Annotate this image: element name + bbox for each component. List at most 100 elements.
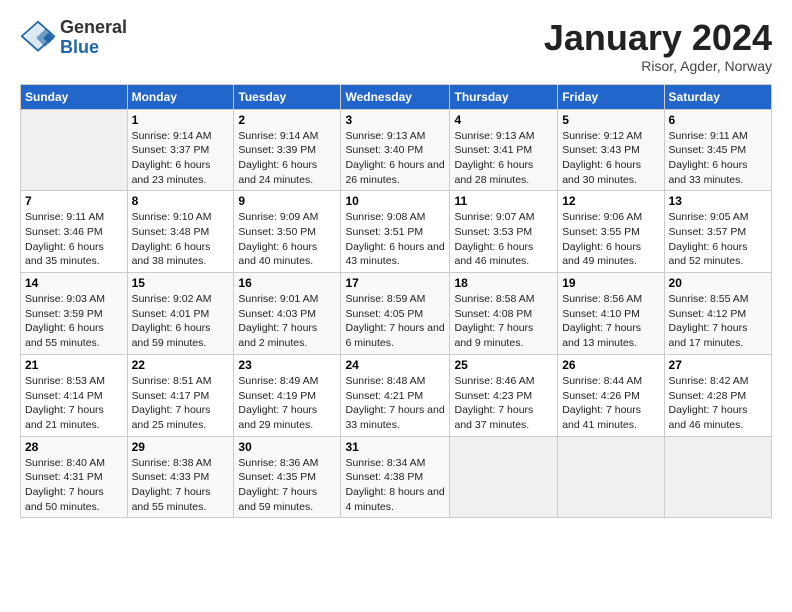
day-number: 23: [238, 358, 336, 372]
calendar-cell: 9Sunrise: 9:09 AMSunset: 3:50 PMDaylight…: [234, 191, 341, 273]
week-row: 21 Sunrise: 8:53 AMSunset: 4:14 PMDayligh…: [21, 354, 772, 436]
day-detail: Sunrise: 8:49 AMSunset: 4:19 PMDaylight:…: [238, 374, 336, 433]
day-detail: Sunrise: 9:11 AMSunset: 3:46 PMDaylight:…: [25, 210, 123, 269]
logo-general: General: [60, 18, 127, 38]
calendar-cell: 3Sunrise: 9:13 AMSunset: 3:40 PMDaylight…: [341, 109, 450, 191]
calendar-header: SundayMondayTuesdayWednesdayThursdayFrid…: [21, 84, 772, 109]
day-detail: Sunrise: 9:14 AMSunset: 3:39 PMDaylight:…: [238, 129, 336, 188]
day-detail: Sunrise: 8:46 AMSunset: 4:23 PMDaylight:…: [454, 374, 553, 433]
calendar-cell: 11 Sunrise: 9:07 AMSunset: 3:53 PMDayligh…: [450, 191, 558, 273]
day-number: 4: [454, 113, 553, 127]
calendar-cell: 2 Sunrise: 9:14 AMSunset: 3:39 PMDaylight…: [234, 109, 341, 191]
logo: General Blue: [20, 18, 127, 58]
calendar-cell: [21, 109, 128, 191]
day-header: Saturday: [664, 84, 771, 109]
calendar-cell: 25Sunrise: 8:46 AMSunset: 4:23 PMDayligh…: [450, 354, 558, 436]
day-detail: Sunrise: 8:58 AMSunset: 4:08 PMDaylight:…: [454, 292, 553, 351]
week-row: 7 Sunrise: 9:11 AMSunset: 3:46 PMDaylight…: [21, 191, 772, 273]
day-number: 21: [25, 358, 123, 372]
day-number: 16: [238, 276, 336, 290]
day-number: 22: [132, 358, 230, 372]
day-detail: Sunrise: 8:59 AMSunset: 4:05 PMDaylight:…: [345, 292, 445, 351]
day-number: 20: [669, 276, 767, 290]
day-number: 6: [669, 113, 767, 127]
calendar-cell: 27 Sunrise: 8:42 AMSunset: 4:28 PMDayligh…: [664, 354, 771, 436]
day-detail: Sunrise: 9:03 AMSunset: 3:59 PMDaylight:…: [25, 292, 123, 351]
week-row: 28Sunrise: 8:40 AMSunset: 4:31 PMDayligh…: [21, 436, 772, 518]
day-number: 10: [345, 194, 445, 208]
day-number: 26: [562, 358, 659, 372]
day-detail: Sunrise: 9:07 AMSunset: 3:53 PMDaylight:…: [454, 210, 553, 269]
day-detail: Sunrise: 8:51 AMSunset: 4:17 PMDaylight:…: [132, 374, 230, 433]
calendar-cell: 5 Sunrise: 9:12 AMSunset: 3:43 PMDaylight…: [558, 109, 664, 191]
calendar-body: 1 Sunrise: 9:14 AMSunset: 3:37 PMDaylight…: [21, 109, 772, 518]
day-number: 17: [345, 276, 445, 290]
day-number: 13: [669, 194, 767, 208]
day-detail: Sunrise: 8:48 AMSunset: 4:21 PMDaylight:…: [345, 374, 445, 433]
calendar-cell: 13 Sunrise: 9:05 AMSunset: 3:57 PMDayligh…: [664, 191, 771, 273]
logo-text: General Blue: [60, 18, 127, 58]
calendar-cell: 17 Sunrise: 8:59 AMSunset: 4:05 PMDayligh…: [341, 273, 450, 355]
day-detail: Sunrise: 9:01 AMSunset: 4:03 PMDaylight:…: [238, 292, 336, 351]
day-number: 27: [669, 358, 767, 372]
calendar-cell: 10 Sunrise: 9:08 AMSunset: 3:51 PMDayligh…: [341, 191, 450, 273]
calendar-cell: [664, 436, 771, 518]
subtitle: Risor, Agder, Norway: [544, 58, 772, 74]
day-header: Friday: [558, 84, 664, 109]
day-detail: Sunrise: 8:53 AMSunset: 4:14 PMDaylight:…: [25, 374, 123, 433]
day-number: 2: [238, 113, 336, 127]
month-title: January 2024: [544, 18, 772, 58]
calendar-cell: 29Sunrise: 8:38 AMSunset: 4:33 PMDayligh…: [127, 436, 234, 518]
day-number: 11: [454, 194, 553, 208]
day-detail: Sunrise: 8:42 AMSunset: 4:28 PMDaylight:…: [669, 374, 767, 433]
day-detail: Sunrise: 8:56 AMSunset: 4:10 PMDaylight:…: [562, 292, 659, 351]
day-detail: Sunrise: 9:02 AMSunset: 4:01 PMDaylight:…: [132, 292, 230, 351]
day-number: 14: [25, 276, 123, 290]
calendar-cell: 14 Sunrise: 9:03 AMSunset: 3:59 PMDayligh…: [21, 273, 128, 355]
day-detail: Sunrise: 9:09 AMSunset: 3:50 PMDaylight:…: [238, 210, 336, 269]
day-detail: Sunrise: 9:12 AMSunset: 3:43 PMDaylight:…: [562, 129, 659, 188]
page: General Blue January 2024 Risor, Agder, …: [0, 0, 792, 612]
day-number: 7: [25, 194, 123, 208]
calendar-cell: 23 Sunrise: 8:49 AMSunset: 4:19 PMDayligh…: [234, 354, 341, 436]
day-detail: Sunrise: 9:08 AMSunset: 3:51 PMDaylight:…: [345, 210, 445, 269]
header-row: SundayMondayTuesdayWednesdayThursdayFrid…: [21, 84, 772, 109]
title-block: January 2024 Risor, Agder, Norway: [544, 18, 772, 74]
calendar-cell: 12Sunrise: 9:06 AMSunset: 3:55 PMDayligh…: [558, 191, 664, 273]
day-header: Wednesday: [341, 84, 450, 109]
day-number: 18: [454, 276, 553, 290]
day-detail: Sunrise: 8:44 AMSunset: 4:26 PMDaylight:…: [562, 374, 659, 433]
calendar-cell: 26 Sunrise: 8:44 AMSunset: 4:26 PMDayligh…: [558, 354, 664, 436]
day-number: 30: [238, 440, 336, 454]
day-number: 5: [562, 113, 659, 127]
day-detail: Sunrise: 9:06 AMSunset: 3:55 PMDaylight:…: [562, 210, 659, 269]
calendar-cell: 24 Sunrise: 8:48 AMSunset: 4:21 PMDayligh…: [341, 354, 450, 436]
calendar-cell: 15Sunrise: 9:02 AMSunset: 4:01 PMDayligh…: [127, 273, 234, 355]
day-number: 8: [132, 194, 230, 208]
calendar-cell: 31Sunrise: 8:34 AMSunset: 4:38 PMDayligh…: [341, 436, 450, 518]
day-detail: Sunrise: 9:05 AMSunset: 3:57 PMDaylight:…: [669, 210, 767, 269]
calendar-cell: 7 Sunrise: 9:11 AMSunset: 3:46 PMDaylight…: [21, 191, 128, 273]
day-number: 1: [132, 113, 230, 127]
calendar-cell: 18 Sunrise: 8:58 AMSunset: 4:08 PMDayligh…: [450, 273, 558, 355]
day-detail: Sunrise: 8:55 AMSunset: 4:12 PMDaylight:…: [669, 292, 767, 351]
day-header: Thursday: [450, 84, 558, 109]
day-number: 29: [132, 440, 230, 454]
calendar-cell: 28Sunrise: 8:40 AMSunset: 4:31 PMDayligh…: [21, 436, 128, 518]
logo-blue: Blue: [60, 38, 127, 58]
calendar-cell: 30Sunrise: 8:36 AMSunset: 4:35 PMDayligh…: [234, 436, 341, 518]
day-detail: Sunrise: 9:14 AMSunset: 3:37 PMDaylight:…: [132, 129, 230, 188]
day-number: 31: [345, 440, 445, 454]
calendar-cell: 8 Sunrise: 9:10 AMSunset: 3:48 PMDaylight…: [127, 191, 234, 273]
calendar-cell: 1 Sunrise: 9:14 AMSunset: 3:37 PMDaylight…: [127, 109, 234, 191]
day-detail: Sunrise: 9:10 AMSunset: 3:48 PMDaylight:…: [132, 210, 230, 269]
calendar-cell: 19Sunrise: 8:56 AMSunset: 4:10 PMDayligh…: [558, 273, 664, 355]
calendar-cell: 21 Sunrise: 8:53 AMSunset: 4:14 PMDayligh…: [21, 354, 128, 436]
calendar: SundayMondayTuesdayWednesdayThursdayFrid…: [20, 84, 772, 519]
day-number: 24: [345, 358, 445, 372]
logo-icon: [20, 20, 56, 56]
calendar-cell: 20 Sunrise: 8:55 AMSunset: 4:12 PMDayligh…: [664, 273, 771, 355]
header: General Blue January 2024 Risor, Agder, …: [20, 18, 772, 74]
week-row: 14 Sunrise: 9:03 AMSunset: 3:59 PMDayligh…: [21, 273, 772, 355]
day-detail: Sunrise: 9:13 AMSunset: 3:40 PMDaylight:…: [345, 129, 445, 188]
